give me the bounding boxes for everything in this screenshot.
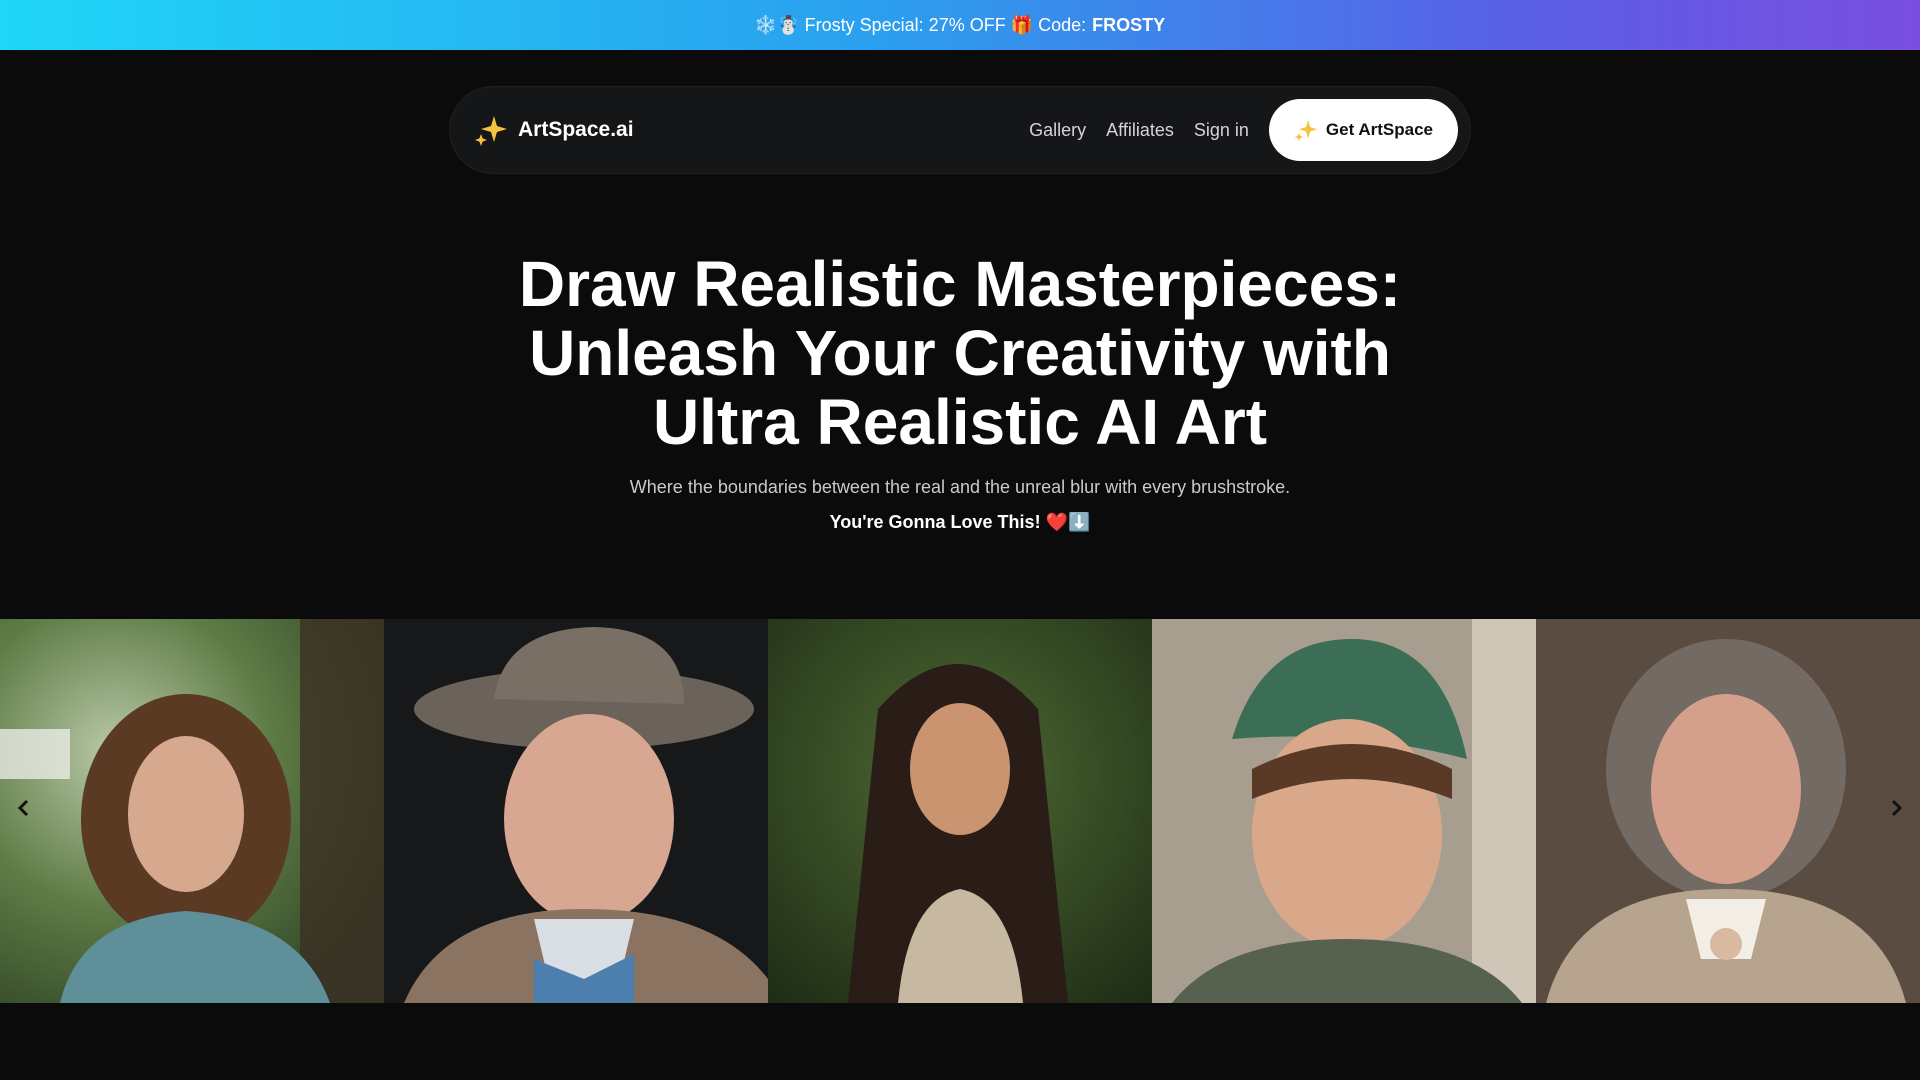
gallery-image[interactable] xyxy=(1536,619,1920,1003)
navbar: ArtSpace.ai Gallery Affiliates Sign in G… xyxy=(449,86,1471,174)
carousel-prev-button[interactable] xyxy=(12,795,36,825)
nav-links: Gallery Affiliates Sign in Get ArtSpace xyxy=(1029,99,1458,161)
chevron-right-icon xyxy=(1889,799,1903,822)
nav-link-gallery[interactable]: Gallery xyxy=(1029,120,1086,141)
gallery-image[interactable] xyxy=(0,619,384,1003)
gallery-image[interactable] xyxy=(1152,619,1536,1003)
promo-banner: ❄️☃️ Frosty Special: 27% OFF 🎁 Code: FRO… xyxy=(0,0,1920,50)
chevron-left-icon xyxy=(17,799,31,822)
get-artspace-button[interactable]: Get ArtSpace xyxy=(1268,99,1458,161)
hero-subtitle: Where the boundaries between the real an… xyxy=(629,477,1291,497)
nav-link-affiliates[interactable]: Affiliates xyxy=(1106,120,1174,141)
promo-code: FROSTY xyxy=(1092,14,1166,35)
nav-link-sign-in[interactable]: Sign in xyxy=(1194,120,1249,141)
promo-text: ❄️☃️ Frosty Special: 27% OFF 🎁 Code: xyxy=(754,14,1087,35)
hero-title: Draw Realistic Masterpieces: Unleash You… xyxy=(518,248,1402,458)
sparkles-icon xyxy=(474,113,508,147)
cta-label: Get ArtSpace xyxy=(1325,120,1433,139)
gallery-image[interactable] xyxy=(384,619,768,1003)
brand-logo[interactable]: ArtSpace.ai xyxy=(474,113,634,147)
sparkles-icon xyxy=(1294,118,1318,142)
brand-name: ArtSpace.ai xyxy=(518,118,634,141)
gallery-image[interactable] xyxy=(768,619,1152,1003)
hero-tagline: You're Gonna Love This! ❤️⬇️ xyxy=(829,512,1091,532)
portrait-carousel xyxy=(0,619,1920,1003)
hero-section: Draw Realistic Masterpieces: Unleash You… xyxy=(0,250,1920,533)
carousel-next-button[interactable] xyxy=(1884,795,1908,825)
